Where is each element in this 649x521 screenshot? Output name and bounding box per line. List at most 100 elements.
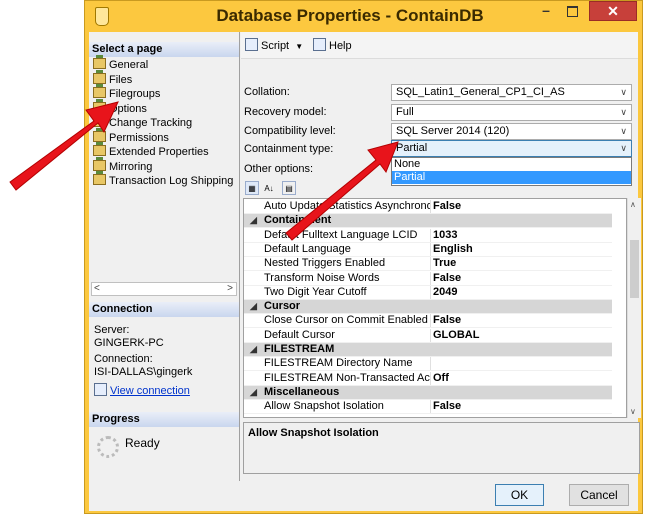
scroll-up-icon[interactable]: ∧ [630,200,636,209]
connection-value: ISI-DALLAS\gingerk [94,366,193,378]
minimize-button[interactable]: – [534,1,558,21]
property-name: FILESTREAM Directory Name [264,357,431,371]
page-icon [93,142,106,156]
containment-option-none[interactable]: None [392,158,631,171]
property-value[interactable]: False [433,272,611,285]
collapse-triangle-icon[interactable]: ◢ [250,214,257,227]
script-button[interactable]: Script ▼ [245,38,303,52]
title-bar[interactable]: Database Properties - ContainDB – ✕ [85,1,642,31]
property-value[interactable]: False [433,400,611,413]
property-grid: Auto Update Statistics AsynchronouslyFal… [243,198,627,418]
chevron-down-icon: ∨ [620,87,627,97]
property-value[interactable]: False [433,200,611,213]
property-name: Allow Snapshot Isolation [264,400,431,414]
containment-type-select[interactable]: Partial ∨ [391,140,632,157]
property-value[interactable]: 1033 [433,229,611,242]
property-value[interactable]: 2049 [433,286,611,299]
property-name: Default Cursor [264,328,431,342]
connection-label: Connection: [94,353,153,365]
property-category-row[interactable]: ◢ Containment [244,214,612,229]
collapse-triangle-icon[interactable]: ◢ [250,300,257,313]
scroll-thumb[interactable] [630,240,639,298]
page-item-label: Mirroring [109,160,153,173]
containment-option-partial[interactable]: Partial [392,171,631,184]
categorized-icon[interactable]: ▦ [245,181,259,195]
property-row[interactable]: Nested Triggers Enabled True [244,257,612,272]
property-row[interactable]: FILESTREAM Non-Transacted AccessOff [244,371,612,386]
page-icon [93,156,106,171]
page-item-label: Filegroups [109,88,161,100]
property-value[interactable]: True [433,257,611,270]
progress-spinner-icon [97,436,119,458]
property-row[interactable]: Allow Snapshot Isolation False [244,400,612,415]
maximize-icon [566,6,578,17]
page-icon [93,127,106,142]
recovery-model-select[interactable]: Full ∨ [391,104,632,121]
property-value[interactable]: False [433,314,611,327]
property-row[interactable]: FILESTREAM Directory Name [244,357,612,372]
property-category-row[interactable]: ◢ Miscellaneous [244,385,612,400]
server-value: GINGERK-PC [94,337,164,349]
property-row[interactable]: Two Digit Year Cutoff 2049 [244,285,612,300]
chevron-down-icon: ∨ [620,143,627,153]
ok-button[interactable]: OK [495,484,544,506]
script-label: Script [261,40,290,52]
cancel-button[interactable]: Cancel [569,484,629,506]
property-value[interactable]: English [433,243,611,256]
property-row[interactable]: Auto Update Statistics AsynchronouslyFal… [244,200,612,214]
script-icon [245,38,258,51]
collation-select[interactable]: SQL_Latin1_General_CP1_CI_AS ∨ [391,84,632,101]
property-grid-vscroll[interactable]: ∧ ∨ [627,198,641,418]
script-dropdown-icon[interactable]: ▼ [295,42,303,51]
collapse-triangle-icon[interactable]: ◢ [250,386,257,399]
compatibility-level-label: Compatibility level: [244,125,336,137]
property-value[interactable]: GLOBAL [433,329,611,342]
page-list-hscroll[interactable]: < > [91,282,237,296]
property-name: Default Language [264,242,431,256]
scroll-left-icon[interactable]: < [94,283,100,295]
property-row[interactable]: Transform Noise Words False [244,271,612,286]
recovery-model-value: Full [396,106,414,118]
containment-type-dropdown: None Partial [391,157,632,186]
view-connection-text[interactable]: View connection [110,385,190,397]
compatibility-level-select[interactable]: SQL Server 2014 (120) ∨ [391,123,632,140]
property-grid-toolbar: ▦ A↓ ▤ [245,181,305,197]
chevron-down-icon: ∨ [620,126,627,136]
close-button[interactable]: ✕ [589,1,637,21]
property-name: Containment [264,214,332,227]
maximize-button[interactable] [560,1,584,21]
property-name: Transform Noise Words [264,271,431,285]
connection-properties-icon [94,383,107,396]
property-pages-icon[interactable]: ▤ [282,181,296,195]
page-item-extended-properties[interactable]: Extended Properties [93,142,209,159]
property-category-row[interactable]: ◢ FILESTREAM [244,343,612,357]
page-item-transaction-log-shipping[interactable]: Transaction Log Shipping [93,171,233,188]
page-item-label: Extended Properties [109,146,209,158]
database-properties-window: Database Properties - ContainDB – ✕ Sele… [84,0,643,514]
compatibility-level-value: SQL Server 2014 (120) [396,125,510,137]
property-name: Nested Triggers Enabled [264,257,431,271]
help-button[interactable]: Help [313,38,352,52]
property-row[interactable]: Default Fulltext Language LCID 1033 [244,228,612,243]
property-row[interactable]: Default Language English [244,242,612,257]
property-row[interactable]: Close Cursor on Commit Enabled False [244,314,612,329]
scroll-right-icon[interactable]: > [227,283,233,295]
recovery-model-label: Recovery model: [244,106,327,118]
scroll-down-icon[interactable]: ∨ [630,407,636,416]
progress-status: Ready [125,436,160,450]
page-item-label: Files [109,73,133,86]
page-item-filegroups[interactable]: Filegroups [93,84,161,101]
property-value[interactable]: Off [433,372,611,385]
property-name: Auto Update Statistics Asynchronously [264,200,431,213]
page-icon [93,55,106,69]
property-row[interactable]: Default Cursor GLOBAL [244,328,612,343]
property-name: Miscellaneous [264,385,340,398]
page-icon [93,113,106,127]
collapse-triangle-icon[interactable]: ◢ [250,343,257,356]
server-label: Server: [94,324,130,336]
property-category-row[interactable]: ◢ Cursor [244,300,612,315]
page-item-change-tracking[interactable]: Change Tracking [93,113,192,130]
sort-alphabetical-icon[interactable]: A↓ [262,181,276,195]
view-connection-link[interactable]: View connection [94,383,190,397]
page-item-permissions[interactable]: Permissions [93,127,169,145]
